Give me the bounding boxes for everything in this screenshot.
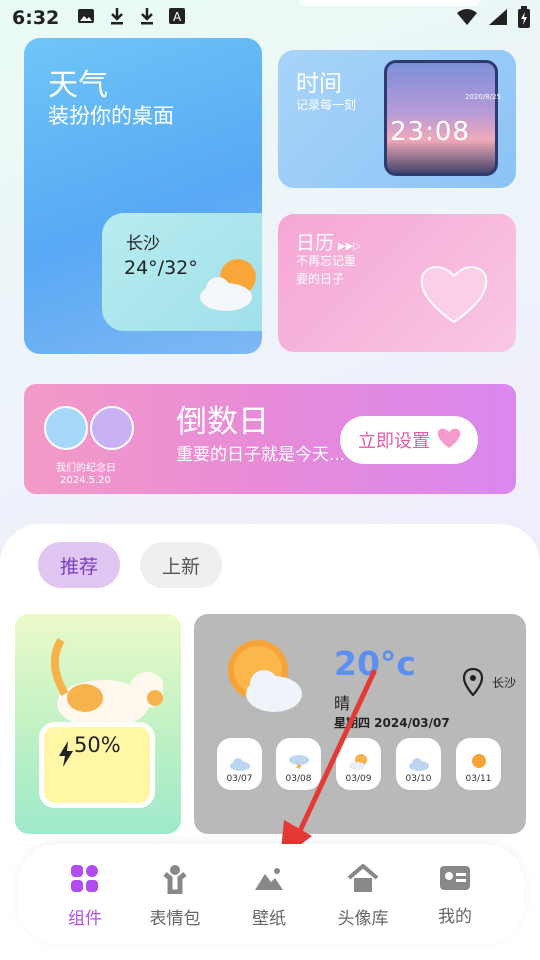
profile-card-icon	[439, 864, 471, 896]
battery-charging-icon	[518, 6, 530, 33]
text-a-icon: A	[169, 7, 186, 29]
landscape-icon	[253, 864, 285, 898]
sun-cloud-icon	[198, 255, 262, 319]
calendar-card-subtitle: 不再忘记重 要的日子	[296, 252, 376, 288]
time-card-title: 时间	[296, 71, 342, 97]
wifi-icon	[456, 8, 478, 31]
status-time: 6:32	[12, 7, 60, 29]
battery-widget-preview[interactable]: 50%	[15, 614, 181, 834]
calendar-widget-card[interactable]: 日历 ▶▶▷ 不再忘记重 要的日子	[278, 214, 516, 352]
widgets-icon	[70, 864, 100, 898]
weather-preview-city: 长沙	[126, 234, 160, 254]
nav-label: 组件	[68, 909, 102, 929]
nav-label: 我的	[438, 907, 472, 927]
calendar-card-line2: 要的日子	[296, 272, 345, 286]
heart-icon	[418, 260, 490, 330]
nav-label: 表情包	[149, 909, 201, 929]
image-icon	[77, 7, 95, 29]
set-now-button[interactable]: 立即设置	[340, 416, 478, 464]
nav-item-avatars[interactable]: 头像库	[318, 844, 408, 944]
nav-label: 壁纸	[252, 909, 286, 929]
time-widget-card[interactable]: 时间 记录每一刻 2020/8/25 23:08	[278, 50, 516, 188]
forecast-date: 03/07	[226, 774, 253, 784]
signal-icon	[488, 8, 508, 31]
time-preview-photo: 2020/8/25 23:08	[384, 60, 501, 176]
lightning-icon	[58, 741, 74, 771]
calendar-card-title-text: 日历	[296, 232, 335, 254]
heart-icon	[436, 426, 462, 455]
weather-preview: 长沙 24°/32°	[102, 213, 262, 331]
countdown-banner[interactable]: 我们的纪念日 2024.5.20 倒数日 重要的日子就是今天... 立即设置	[24, 384, 516, 494]
time-preview-clock: 23:08	[390, 117, 470, 147]
nav-label: 头像库	[337, 909, 389, 929]
cloud-icon	[408, 757, 430, 774]
top-pill	[300, 0, 480, 6]
weather-widget-card[interactable]: 天气 装扮你的桌面 长沙 24°/32°	[24, 38, 262, 354]
battery-shape: 50%	[39, 722, 155, 808]
nav-item-stickers[interactable]: 表情包	[130, 844, 220, 944]
weather-preview-temp: 24°/32°	[124, 257, 198, 279]
avatar	[90, 406, 134, 450]
calendar-card-line1: 不再忘记重	[296, 254, 357, 268]
time-preview-date: 2020/8/25	[465, 93, 501, 101]
countdown-title: 倒数日	[176, 404, 269, 440]
anniversary-date: 2024.5.20	[60, 475, 111, 486]
download-icon	[139, 7, 155, 30]
countdown-subtitle: 重要的日子就是今天...	[176, 445, 346, 465]
set-now-label: 立即设置	[358, 431, 430, 452]
anniversary-caption: 我们的纪念日	[56, 463, 116, 474]
weather-city: 长沙	[492, 676, 517, 690]
forecast-day: 03/07	[217, 738, 262, 790]
svg-text:A: A	[173, 10, 182, 24]
forecast-date: 03/11	[465, 774, 492, 784]
time-card-subtitle: 记录每一刻	[296, 98, 357, 112]
nav-item-mine[interactable]: 我的	[410, 844, 500, 944]
bottom-nav: 组件 表情包 壁纸 头像库 我的	[18, 844, 524, 944]
avatar	[44, 406, 88, 450]
forecast-day: 03/10	[396, 738, 441, 790]
download-icon	[109, 7, 125, 30]
home-icon	[346, 863, 380, 898]
forecast-day: 03/11	[456, 738, 501, 790]
weather-card-subtitle: 装扮你的桌面	[48, 104, 174, 128]
person-icon	[160, 864, 190, 898]
tab-recommended[interactable]: 推荐	[38, 542, 120, 588]
calendar-card-title: 日历 ▶▶▷	[296, 228, 361, 255]
weather-card-title: 天气	[48, 68, 108, 103]
play-arrows-icon: ▶▶▷	[338, 241, 362, 252]
tab-new[interactable]: 上新	[140, 542, 222, 588]
battery-percent: 50%	[74, 733, 121, 757]
forecast-date: 03/10	[405, 774, 432, 784]
cloud-icon	[229, 757, 251, 774]
nav-item-wallpaper[interactable]: 壁纸	[224, 844, 314, 944]
nav-item-widgets[interactable]: 组件	[40, 844, 130, 944]
location-pin-icon	[462, 667, 484, 700]
pointer-arrow	[280, 669, 377, 860]
sun-icon	[468, 751, 490, 774]
